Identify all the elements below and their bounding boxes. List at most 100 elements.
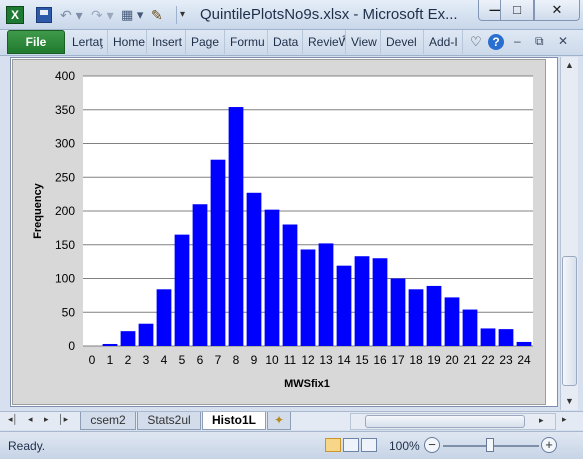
- page-layout-icon[interactable]: ▦ ▾: [121, 6, 151, 24]
- x-axis-title: MWSfix1: [284, 378, 330, 390]
- x-tick-label: 1: [107, 353, 114, 367]
- tab-home[interactable]: Home: [109, 30, 147, 54]
- tab-lertap[interactable]: Lertaţ: [68, 30, 108, 54]
- bar-13[interactable]: [318, 243, 334, 346]
- workbook-close-icon[interactable]: ✕: [558, 34, 568, 48]
- horizontal-scroll-thumb[interactable]: [365, 415, 525, 428]
- tab-developer[interactable]: Devel: [382, 30, 424, 54]
- tab-page-layout[interactable]: Page: [187, 30, 225, 54]
- x-tick-label: 21: [463, 353, 477, 367]
- scroll-right-button[interactable]: ▸: [539, 415, 544, 426]
- insert-sheet-icon[interactable]: ✦: [267, 412, 291, 430]
- scroll-right-edge-button[interactable]: ▸: [562, 414, 567, 425]
- status-text: Ready.: [8, 439, 46, 453]
- prev-sheet-button[interactable]: ◂: [28, 414, 33, 425]
- x-tick-label: 23: [499, 353, 513, 367]
- y-tick-label: 300: [55, 137, 75, 151]
- workbook-restore-icon[interactable]: ⧉: [535, 34, 544, 49]
- histogram-chart[interactable]: 050100150200250300350400 0 1 2 3 4 5 6 7 8 9 10 11 1…: [13, 60, 547, 406]
- tab-file[interactable]: File: [7, 30, 65, 54]
- x-tick-label: 24: [517, 353, 531, 367]
- next-sheet-button[interactable]: ▸: [44, 414, 49, 425]
- horizontal-scrollbar[interactable]: ▸: [350, 413, 556, 430]
- bar-21[interactable]: [462, 309, 478, 346]
- scroll-down-button[interactable]: ▼: [561, 393, 578, 409]
- x-tick-label: 20: [445, 353, 459, 367]
- zoom-in-button[interactable]: +: [541, 437, 557, 453]
- bar-10[interactable]: [264, 209, 280, 346]
- bar-8[interactable]: [228, 107, 244, 346]
- x-tick-label: 15: [355, 353, 369, 367]
- tab-add-ins[interactable]: Add-I: [425, 30, 463, 54]
- zoom-slider-thumb[interactable]: [486, 438, 494, 452]
- chart-area[interactable]: 0 50 100 150 200 250 300 350 400 0 1 2 3 4 5 6 7 8 9 10 11 1…: [12, 59, 546, 405]
- bar-9[interactable]: [246, 192, 262, 346]
- bar-1[interactable]: [102, 343, 118, 346]
- bar-2[interactable]: [120, 331, 136, 346]
- undo-icon[interactable]: ↶ ▾: [60, 6, 90, 24]
- vertical-scrollbar[interactable]: ▲ ▼: [560, 57, 578, 410]
- close-button[interactable]: ✕: [534, 0, 580, 21]
- maximize-button[interactable]: □: [500, 0, 534, 21]
- zoom-out-button[interactable]: −: [424, 437, 440, 453]
- sheet-tab-stats2ul[interactable]: Stats2ul: [137, 412, 201, 430]
- x-tick-label: 19: [427, 353, 441, 367]
- bar-16[interactable]: [372, 258, 388, 346]
- workbook-minimize-icon[interactable]: –: [514, 34, 521, 48]
- x-tick-label: 0: [89, 353, 96, 367]
- x-tick-label: 16: [373, 353, 387, 367]
- vertical-scroll-thumb[interactable]: [562, 256, 577, 386]
- ribbon-tabs: File Lertaţ Home Insert Page Formu Data …: [0, 30, 583, 56]
- sheet-tab-csem2[interactable]: csem2: [80, 412, 136, 430]
- x-tick-label: 2: [125, 353, 132, 367]
- bar-14[interactable]: [336, 265, 352, 346]
- y-axis-title: Frequency: [32, 182, 44, 239]
- bar-7[interactable]: [210, 159, 226, 346]
- bar-11[interactable]: [282, 224, 298, 347]
- excel-icon[interactable]: X: [6, 6, 24, 24]
- bar-5[interactable]: [174, 234, 190, 346]
- bar-19[interactable]: [426, 285, 442, 346]
- format-painter-icon[interactable]: ✎: [151, 6, 171, 24]
- bar-20[interactable]: [444, 297, 460, 346]
- y-tick-label: 150: [55, 238, 75, 252]
- sheet-tab-histo1l[interactable]: Histo1L: [202, 412, 266, 430]
- tab-view[interactable]: View: [347, 30, 381, 54]
- tab-insert[interactable]: Insert: [148, 30, 186, 54]
- page-layout-view-button[interactable]: [343, 438, 359, 452]
- x-tick-label: 4: [161, 353, 168, 367]
- x-tick-label: 17: [391, 353, 405, 367]
- tab-formulas[interactable]: Formu: [226, 30, 268, 54]
- x-tick-label: 14: [337, 353, 351, 367]
- bar-22[interactable]: [480, 328, 496, 346]
- save-icon[interactable]: [36, 7, 52, 23]
- normal-view-button[interactable]: [325, 438, 341, 452]
- bar-12[interactable]: [300, 249, 316, 346]
- bar-24[interactable]: [516, 341, 532, 346]
- title-bar: X ↶ ▾ ↷ ▾ ▦ ▾ ✎ ▾ QuintilePlotsNo9s.xlsx…: [0, 0, 583, 30]
- sheet-tabs-bar: ◂│ ◂ ▸ │▸ csem2 Stats2ul Histo1L ✦ ▸ ▸: [0, 411, 583, 430]
- bar-23[interactable]: [498, 329, 514, 346]
- scroll-up-button[interactable]: ▲: [561, 57, 578, 73]
- customize-toolbar-icon[interactable]: ▾: [176, 6, 190, 24]
- last-sheet-button[interactable]: │▸: [58, 414, 68, 425]
- zoom-level[interactable]: 100%: [389, 439, 420, 453]
- tab-review[interactable]: RevieŴ: [304, 30, 346, 54]
- bar-15[interactable]: [354, 256, 370, 346]
- bar-3[interactable]: [138, 323, 154, 346]
- page-break-view-button[interactable]: [361, 438, 377, 452]
- first-sheet-button[interactable]: ◂│: [8, 414, 18, 425]
- y-tick-label: 50: [62, 305, 76, 319]
- y-tick-label: 250: [55, 170, 75, 184]
- x-tick-label: 13: [319, 353, 333, 367]
- bar-6[interactable]: [192, 204, 208, 346]
- help-icon[interactable]: ?: [488, 34, 504, 50]
- x-tick-label: 5: [179, 353, 186, 367]
- x-tick-label: 18: [409, 353, 423, 367]
- bar-17[interactable]: [390, 278, 406, 347]
- bar-18[interactable]: [408, 289, 424, 346]
- tab-data[interactable]: Data: [269, 30, 303, 54]
- redo-icon[interactable]: ↷ ▾: [91, 6, 119, 24]
- heart-icon[interactable]: ♡: [470, 34, 482, 50]
- bar-4[interactable]: [156, 289, 172, 346]
